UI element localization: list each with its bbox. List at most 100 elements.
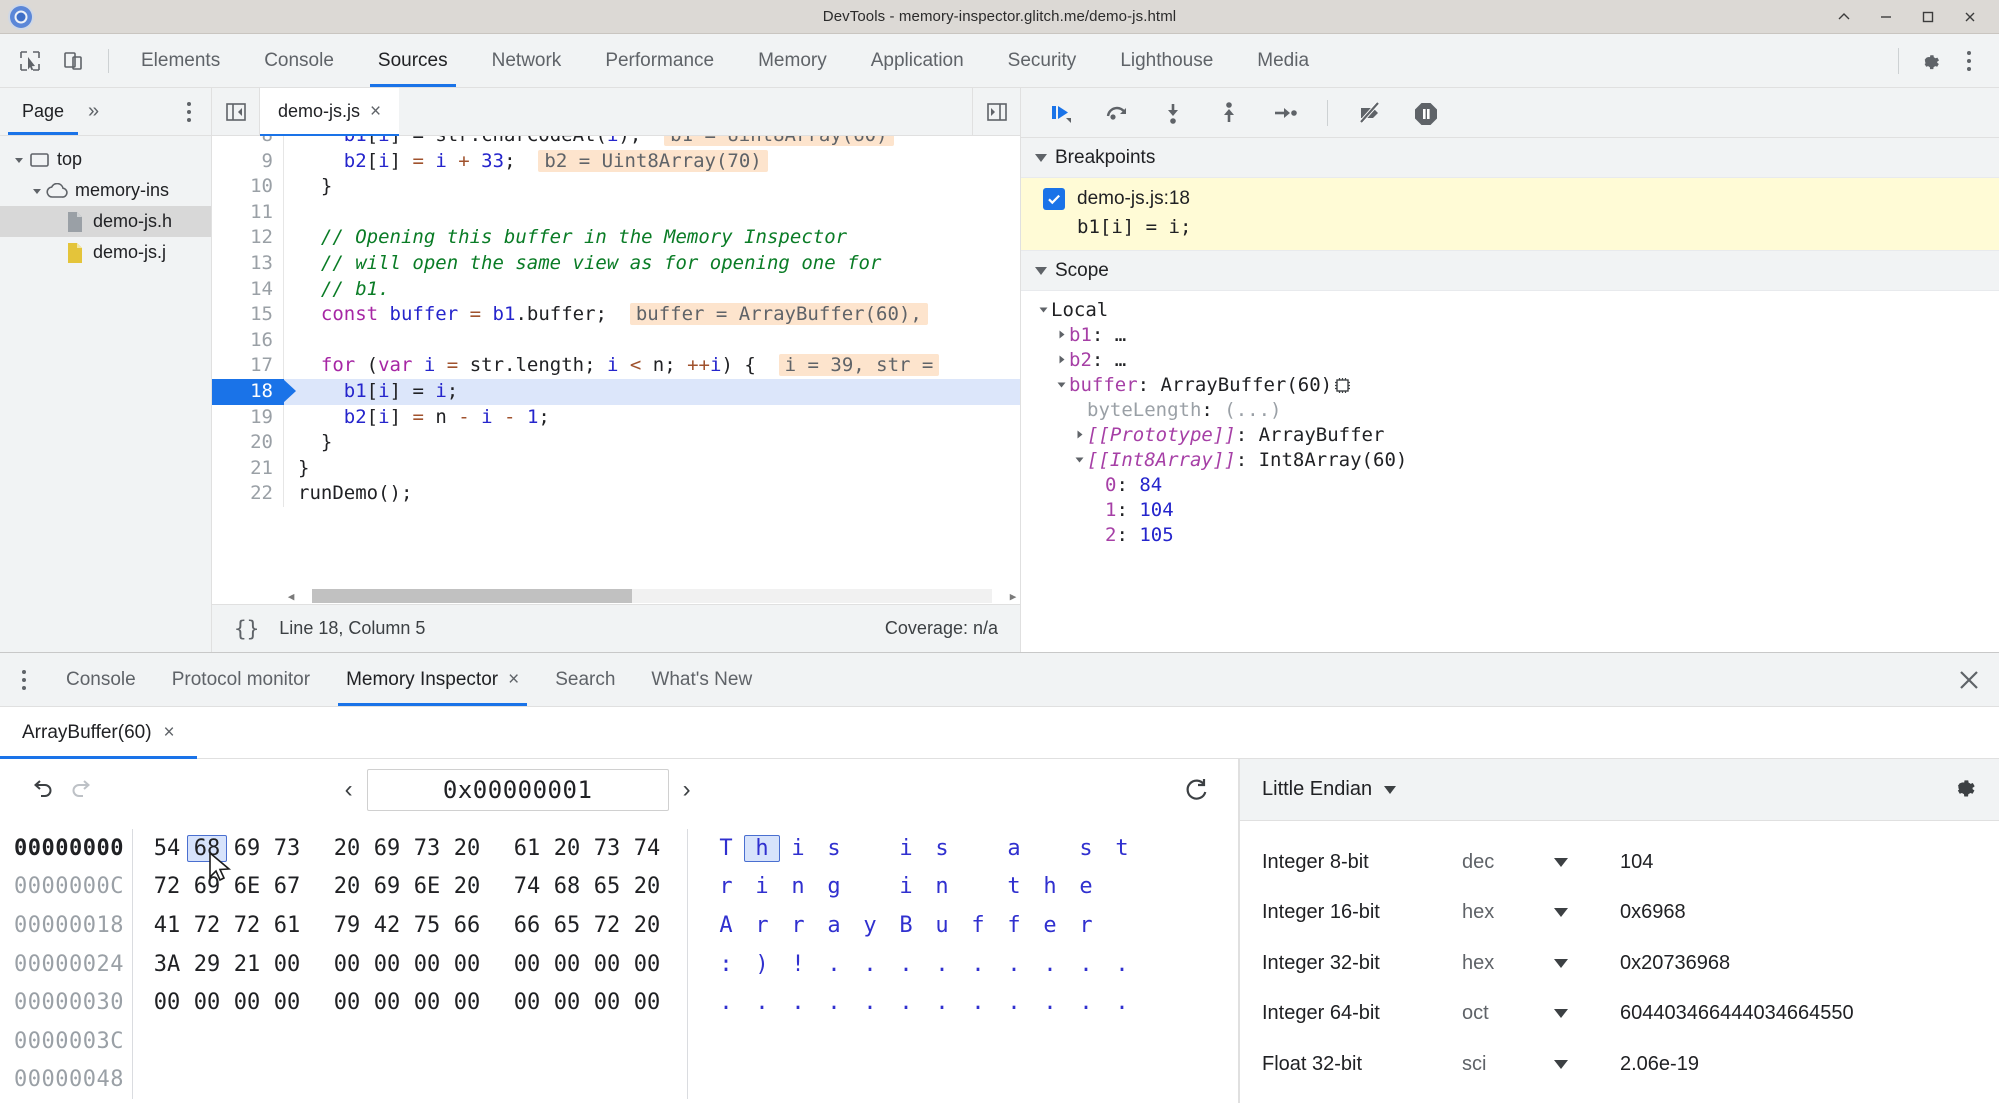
line-number[interactable]: 22	[212, 481, 284, 507]
line-number[interactable]: 9	[212, 148, 284, 175]
device-toolbar-icon[interactable]	[54, 41, 94, 81]
ascii-char[interactable]: f	[996, 912, 1032, 939]
navigator-tab-page[interactable]: Page	[8, 88, 79, 135]
tab-application[interactable]: Application	[849, 34, 986, 87]
hex-byte[interactable]: 00	[407, 951, 447, 978]
ascii-char[interactable]: T	[708, 835, 744, 862]
hex-byte[interactable]: 69	[367, 873, 407, 900]
code-line[interactable]: 16	[212, 327, 1020, 354]
hex-byte[interactable]: 72	[227, 912, 267, 939]
ascii-char[interactable]: s	[924, 835, 960, 862]
resume-icon[interactable]	[1039, 95, 1083, 131]
code-line[interactable]: 9 b2[i] = i + 33; b2 = Uint8Array(70)	[212, 148, 1020, 175]
tree-item-demo-js-html[interactable]: demo-js.h	[0, 206, 211, 237]
breakpoint-item[interactable]: demo-js.js:18 b1[i] = i;	[1021, 178, 1999, 251]
breakpoint-checkbox[interactable]	[1043, 188, 1065, 210]
ascii-char[interactable]: .	[888, 989, 924, 1016]
breakpoints-section-header[interactable]: Breakpoints	[1021, 138, 1999, 178]
chevron-right-icon[interactable]	[1053, 354, 1069, 365]
ascii-char[interactable]: h	[1032, 873, 1068, 900]
chevron-down-icon[interactable]	[1035, 304, 1051, 315]
hex-byte[interactable]	[227, 1040, 267, 1042]
scope-row[interactable]: b1: …	[1021, 322, 1999, 347]
hex-byte[interactable]	[587, 1040, 627, 1042]
ascii-char[interactable]	[1104, 873, 1140, 900]
hex-byte[interactable]: 73	[267, 835, 307, 862]
hex-byte[interactable]	[267, 1040, 307, 1042]
redo-icon[interactable]	[62, 770, 102, 810]
line-number[interactable]: 13	[212, 250, 284, 277]
hex-byte[interactable]: 00	[587, 951, 627, 978]
scrollbar-thumb[interactable]	[312, 589, 632, 603]
window-close-button[interactable]	[1949, 2, 1991, 32]
ascii-char[interactable]	[1068, 1079, 1104, 1081]
scope-row[interactable]: 0: 84	[1021, 472, 1999, 497]
deactivate-breakpoints-icon[interactable]	[1348, 95, 1392, 131]
ascii-char[interactable]: h	[744, 834, 780, 862]
hex-byte[interactable]: 20	[627, 873, 667, 900]
line-number[interactable]: 10	[212, 174, 284, 200]
ascii-char[interactable]: y	[852, 912, 888, 939]
hex-byte[interactable]: 69	[367, 835, 407, 862]
hex-byte[interactable]: 65	[587, 873, 627, 900]
ascii-char[interactable]	[960, 835, 996, 862]
code-line[interactable]: 13 // will open the same view as for ope…	[212, 250, 1020, 277]
chevron-down-icon[interactable]	[28, 182, 46, 200]
hex-row[interactable]: 0000000C 72 69 6E 67 20 69 6E 20 74 68 65 20 r i n g in …	[0, 867, 1238, 907]
tab-media[interactable]: Media	[1235, 34, 1331, 87]
ascii-char[interactable]: .	[1104, 951, 1140, 978]
close-icon[interactable]: ×	[370, 102, 381, 121]
ascii-char[interactable]	[1104, 912, 1140, 939]
address-input[interactable]: 0x00000001	[366, 769, 669, 811]
ascii-char[interactable]: .	[780, 989, 816, 1016]
inspect-element-icon[interactable]	[10, 41, 50, 81]
ascii-char[interactable]	[1068, 1040, 1104, 1042]
hex-byte[interactable]: 75	[407, 912, 447, 939]
close-icon[interactable]: ×	[508, 670, 519, 689]
hex-byte[interactable]: 00	[327, 989, 367, 1016]
ascii-char[interactable]: .	[816, 989, 852, 1016]
ascii-char[interactable]	[960, 1079, 996, 1081]
memory-buffer-tab[interactable]: ArrayBuffer(60) ×	[0, 707, 197, 759]
ascii-char[interactable]: .	[1068, 989, 1104, 1016]
value-mode-label[interactable]: oct	[1462, 1002, 1554, 1025]
hex-byte[interactable]: 69	[227, 835, 267, 862]
next-page-button[interactable]: ›	[683, 778, 691, 802]
chevron-down-icon[interactable]	[1554, 1059, 1620, 1069]
hex-byte[interactable]: 73	[407, 835, 447, 862]
hex-byte[interactable]: 74	[507, 873, 547, 900]
ascii-char[interactable]	[852, 1079, 888, 1081]
hex-byte[interactable]	[227, 1079, 267, 1081]
code-line[interactable]: 15 const buffer = b1.buffer; buffer = Ar…	[212, 302, 1020, 328]
ascii-char[interactable]	[960, 1040, 996, 1042]
chevron-down-icon[interactable]	[1071, 454, 1087, 465]
code-line[interactable]: 21}	[212, 455, 1020, 482]
step-over-icon[interactable]	[1095, 95, 1139, 131]
value-mode-label[interactable]: hex	[1462, 952, 1554, 975]
ascii-char[interactable]	[924, 1079, 960, 1081]
hex-byte[interactable]: 00	[587, 989, 627, 1016]
scope-row[interactable]: Local	[1021, 297, 1999, 322]
drawer-close-button[interactable]	[1939, 653, 1999, 706]
ascii-char[interactable]: g	[816, 873, 852, 900]
hex-byte[interactable]: 72	[587, 912, 627, 939]
hex-byte[interactable]: 21	[227, 951, 267, 978]
hex-byte[interactable]: 66	[507, 912, 547, 939]
hex-byte[interactable]: 74	[627, 835, 667, 862]
scroll-left-arrow[interactable]: ◀	[284, 590, 298, 603]
hex-byte[interactable]	[547, 1040, 587, 1042]
line-number[interactable]: 17	[212, 353, 284, 379]
hex-byte[interactable]: 72	[187, 912, 227, 939]
value-mode-label[interactable]: sci	[1462, 1053, 1554, 1076]
ascii-char[interactable]: i	[744, 873, 780, 900]
hex-row[interactable]: 0000003C	[0, 1021, 1238, 1061]
hex-byte[interactable]: 00	[267, 989, 307, 1016]
tab-memory[interactable]: Memory	[736, 34, 849, 87]
tab-performance[interactable]: Performance	[583, 34, 736, 87]
undo-icon[interactable]	[22, 770, 62, 810]
ascii-char[interactable]: .	[888, 951, 924, 978]
hex-byte[interactable]: 54	[147, 835, 187, 862]
ascii-char[interactable]: .	[996, 989, 1032, 1016]
hex-byte[interactable]: 00	[407, 989, 447, 1016]
drawer-tab-protocol-monitor[interactable]: Protocol monitor	[154, 653, 328, 706]
